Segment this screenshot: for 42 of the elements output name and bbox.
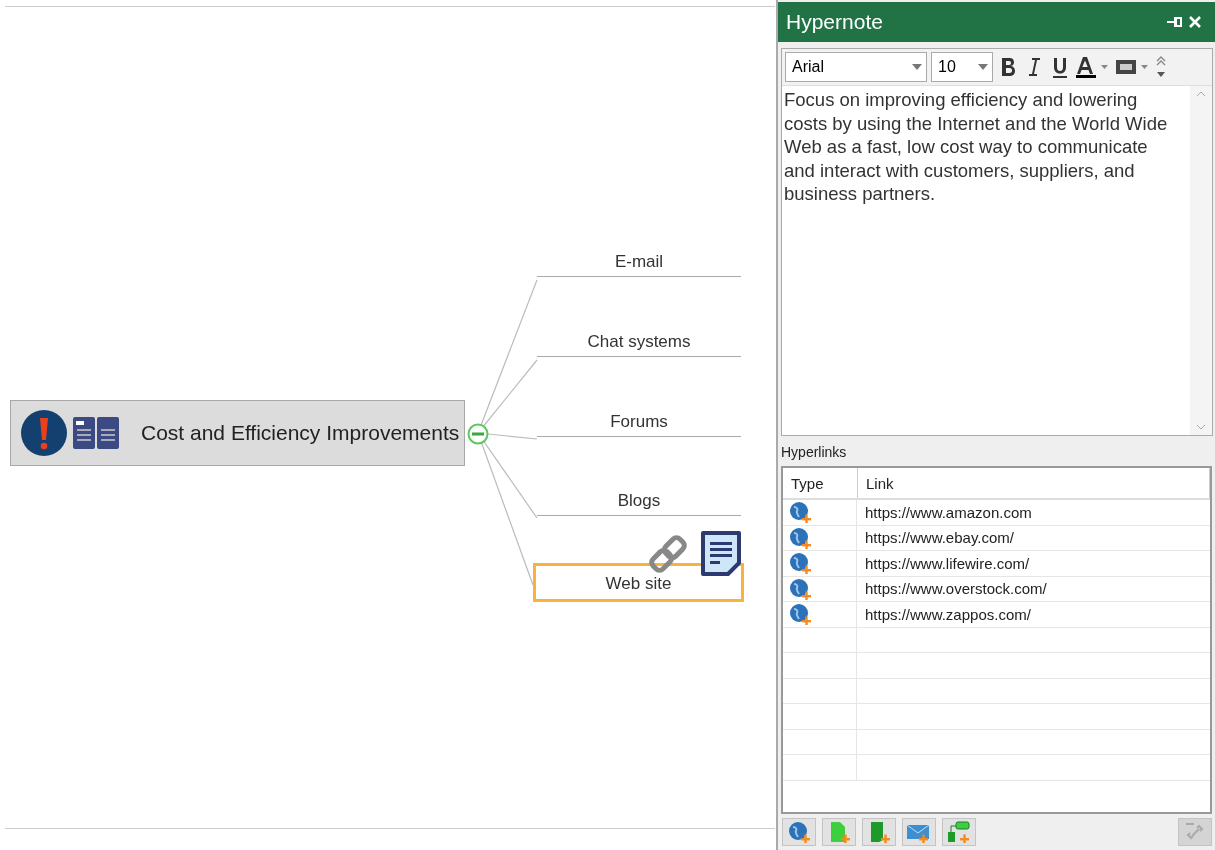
subtopic[interactable]: Blogs [537, 491, 741, 516]
scroll-down-icon[interactable] [1196, 425, 1206, 431]
font-dropdown[interactable]: Arial [785, 52, 927, 82]
topic-add-icon [947, 821, 971, 843]
scrollbar[interactable] [1190, 86, 1212, 435]
link-cell[interactable]: https://www.lifewire.com/ [857, 551, 1210, 576]
web-link-icon [789, 501, 811, 524]
link-cell[interactable]: https://www.zappos.com/ [857, 602, 1210, 627]
add-topic-link-button[interactable] [942, 818, 976, 846]
card-icon [73, 417, 119, 449]
note-text[interactable]: Focus on improving efficiency and lowering costs by using the Internet and the World Wide Web as a fast, low cost way to communicate and interact with customers, suppliers, and business partners. [782, 86, 1190, 435]
panel-title: Hypernote [786, 10, 884, 34]
web-link-icon [789, 526, 811, 549]
caret-icon [912, 64, 922, 70]
link-cell[interactable]: https://www.overstock.com/ [857, 576, 1210, 601]
note-icon [700, 530, 742, 577]
subtopic[interactable]: Web site [533, 563, 744, 602]
subtopic[interactable]: Chat systems [537, 332, 741, 357]
collapse-icon[interactable] [467, 423, 489, 445]
subtopic[interactable]: Forums [537, 412, 741, 437]
size-dropdown[interactable]: 10 [931, 52, 993, 82]
folder-add-icon [868, 821, 890, 843]
column-header[interactable]: Type [783, 468, 858, 498]
scroll-up-icon[interactable] [1196, 90, 1206, 96]
web-link-icon [789, 552, 811, 575]
column-header[interactable]: Link [858, 468, 1210, 498]
exclamation-icon [21, 410, 67, 456]
font-color-icon[interactable] [1075, 55, 1111, 79]
file-add-icon [828, 821, 850, 843]
topic-text: Cost and Efficiency Improvements [141, 421, 460, 445]
link-cell[interactable]: https://www.amazon.com [857, 500, 1210, 525]
caret-icon [978, 64, 988, 70]
add-folder-link-button[interactable] [862, 818, 896, 846]
web-link-icon [789, 603, 811, 626]
add-email-link-button[interactable] [902, 818, 936, 846]
link-cell[interactable]: https://www.ebay.com/ [857, 525, 1210, 550]
hyperlinks-label: Hyperlinks [780, 443, 848, 462]
subtopic[interactable]: E-mail [537, 252, 741, 277]
web-link-icon [789, 577, 811, 600]
globe-add-icon [788, 821, 810, 843]
add-web-link-button[interactable] [782, 818, 816, 846]
central-topic[interactable]: Cost and Efficiency Improvements [10, 400, 465, 466]
